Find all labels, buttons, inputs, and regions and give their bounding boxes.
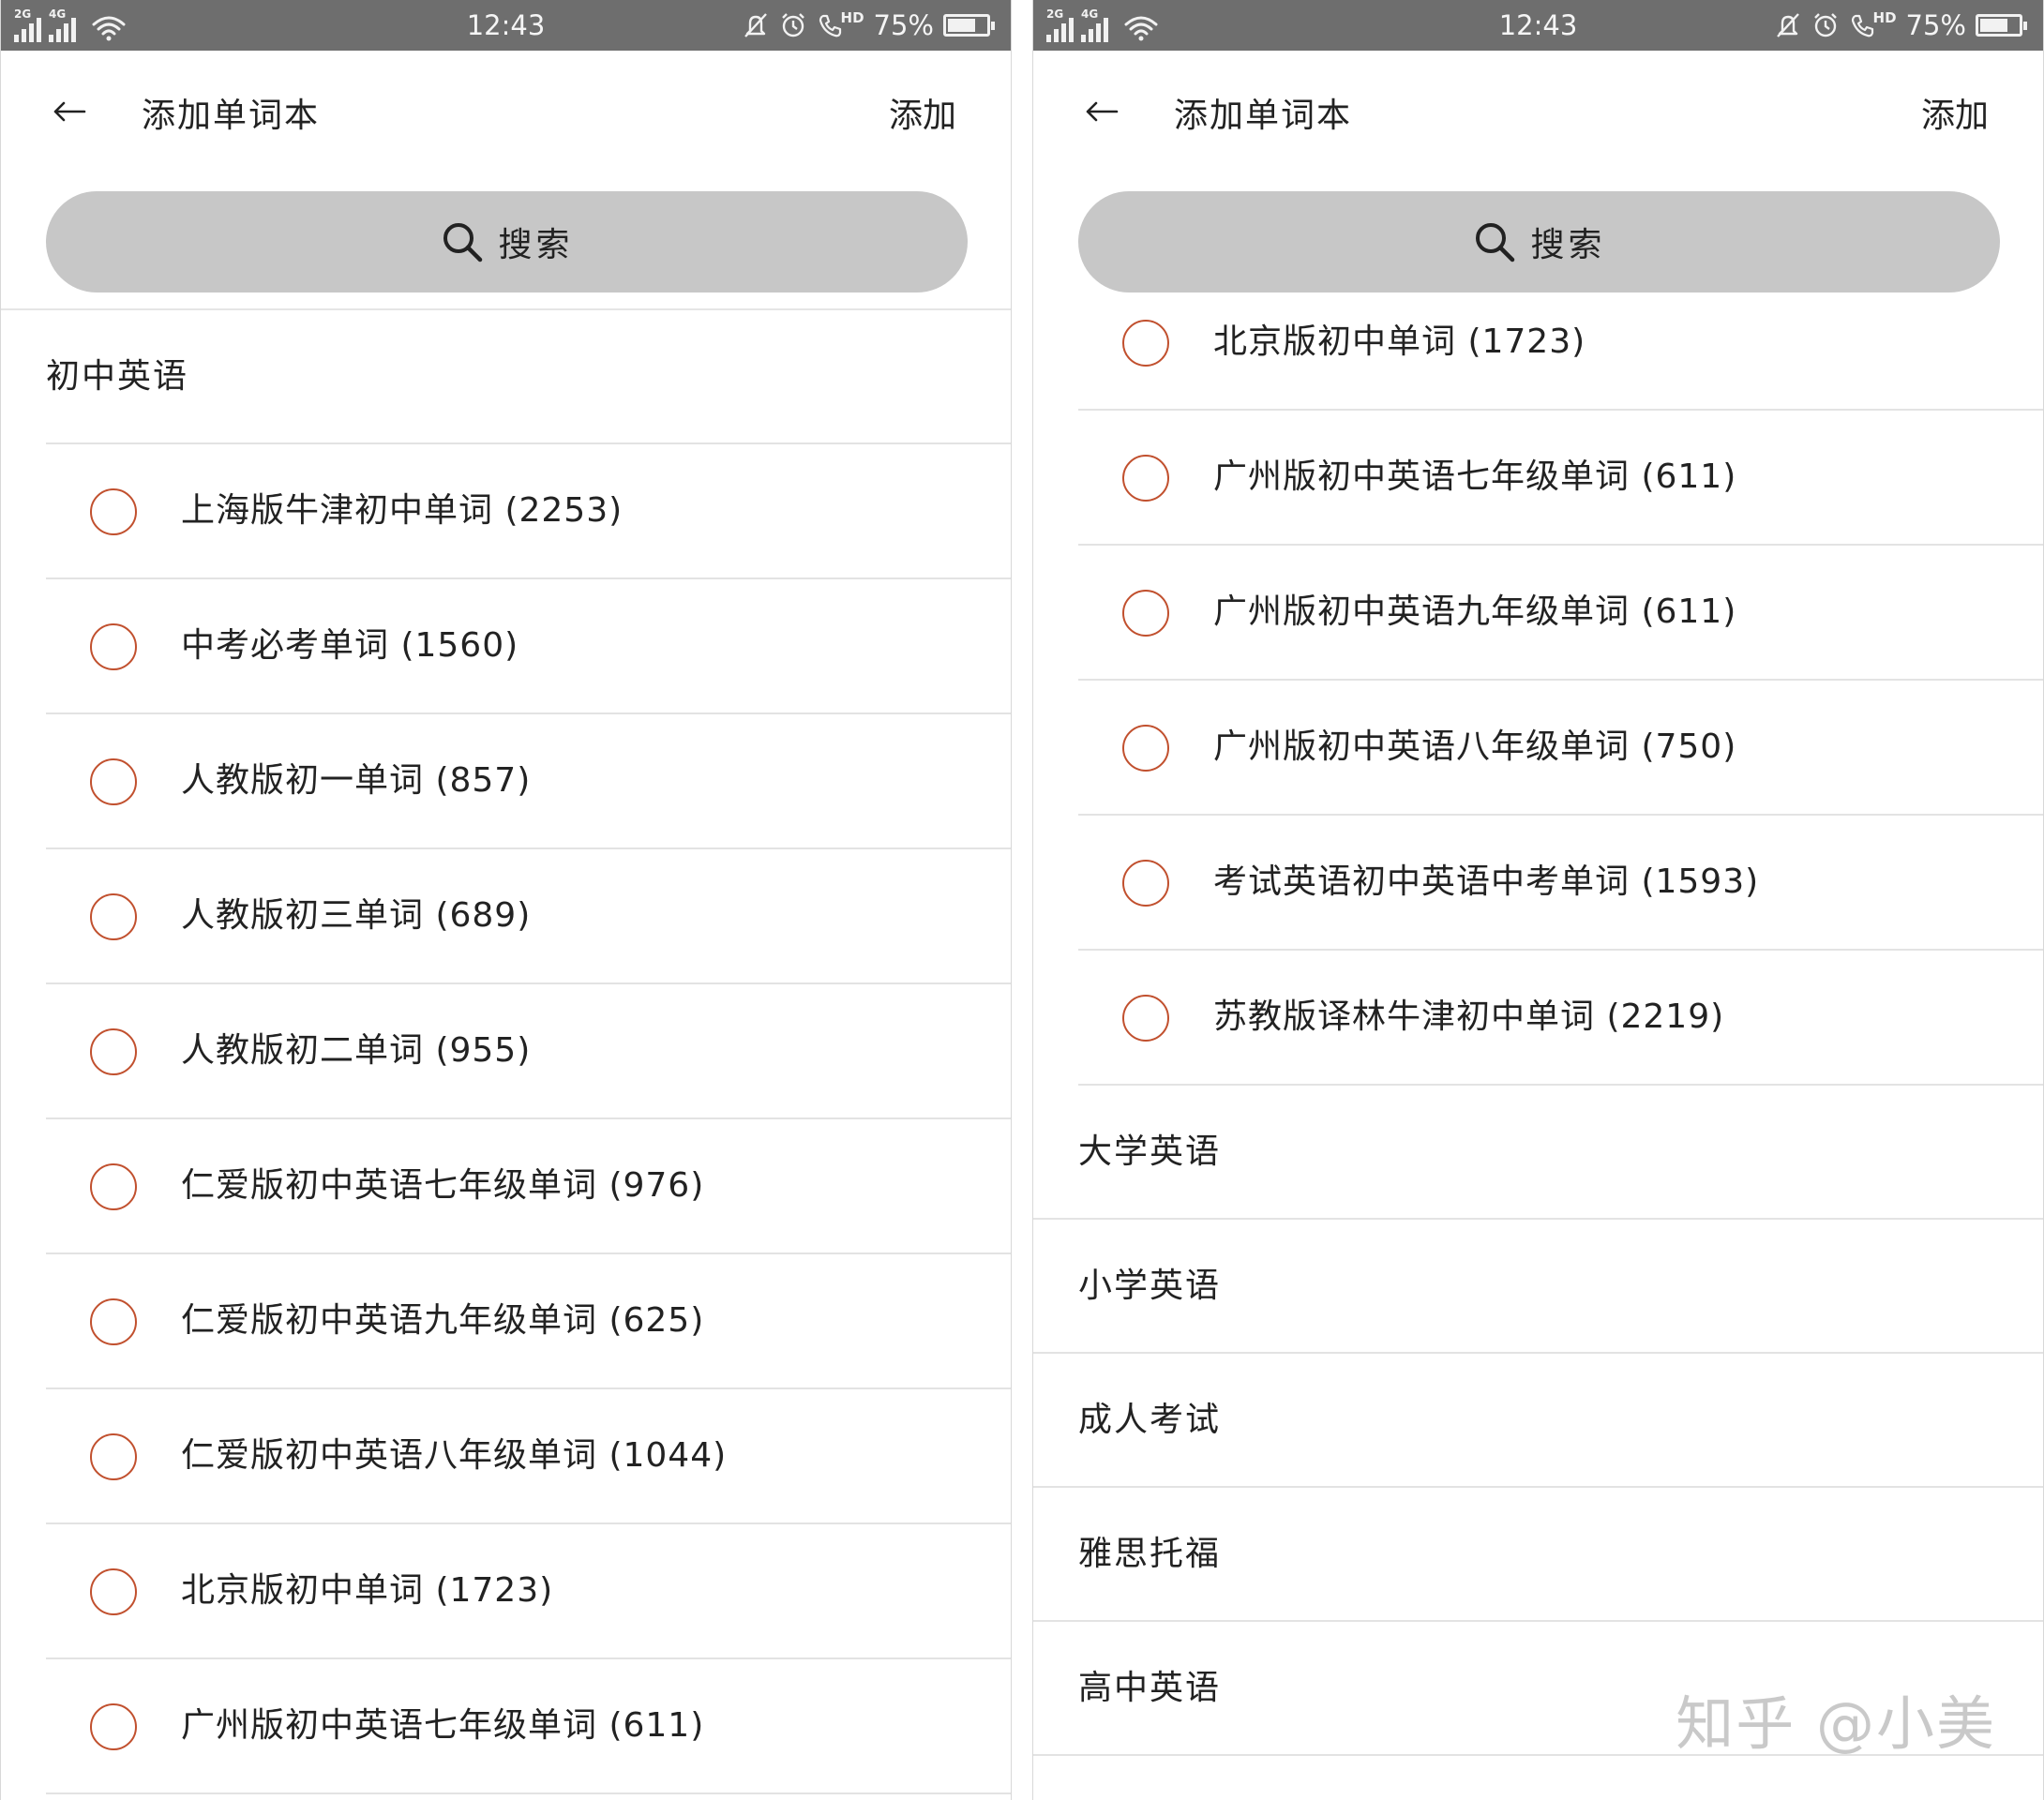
section-label: 初中英语 <box>46 357 189 396</box>
wordbook-label: 人教版初一单词 (857) <box>181 761 532 800</box>
phone-screen-left: 2G 4G 12:43 HD 75% 添加单词本 添加 搜索 初中英语 上海版牛… <box>0 0 1012 1800</box>
back-arrow-icon <box>1086 101 1119 122</box>
radio-button[interactable] <box>1122 995 1169 1042</box>
section-label: 高中英语 <box>1078 1669 1222 1707</box>
wordbook-label: 中考必考单词 (1560) <box>181 626 519 665</box>
wordbook-label: 北京版初中单词 (1723) <box>1213 322 1586 361</box>
radio-button[interactable] <box>90 623 137 670</box>
hd-call-icon: HD <box>817 9 864 39</box>
section-label: 大学英语 <box>1078 1132 1222 1171</box>
section-label: 小学英语 <box>1078 1267 1222 1305</box>
wordbook-list-item[interactable]: 苏教版译林牛津初中单词 (2219) <box>1078 951 2043 1086</box>
muted-bell-icon <box>744 13 767 38</box>
section-header[interactable]: 大学英语 <box>1033 1086 2043 1220</box>
section-label: 雅思托福 <box>1078 1535 1222 1573</box>
wordbook-label: 苏教版译林牛津初中单词 (2219) <box>1213 998 1725 1036</box>
radio-button[interactable] <box>90 758 137 805</box>
search-bar[interactable]: 搜索 <box>46 191 968 292</box>
radio-button[interactable] <box>90 1568 137 1615</box>
back-button[interactable] <box>46 88 93 135</box>
radio-button[interactable] <box>1122 320 1169 367</box>
section-header-junior-high[interactable]: 初中英语 <box>1 310 1011 444</box>
search-icon <box>1476 223 1515 262</box>
radio-button[interactable] <box>1122 725 1169 772</box>
wordbook-list-item[interactable]: 广州版初中英语七年级单词 (611) <box>46 1659 1011 1794</box>
wordbook-label: 考试英语初中英语中考单词 (1593) <box>1213 862 1760 901</box>
radio-button[interactable] <box>90 1298 137 1345</box>
muted-bell-icon <box>1776 13 1799 38</box>
wordbook-list-item[interactable]: 人教版初一单词 (857) <box>46 714 1011 849</box>
search-placeholder: 搜索 <box>1530 226 1606 264</box>
radio-button[interactable] <box>1122 860 1169 907</box>
hd-label: HD <box>1872 9 1897 26</box>
add-button[interactable]: 添加 <box>1921 88 1989 137</box>
wordbook-list-item[interactable]: 中考必考单词 (1560) <box>46 579 1011 714</box>
radio-button[interactable] <box>90 1703 137 1750</box>
wordbook-list-item[interactable]: 仁爱版初中英语九年级单词 (625) <box>46 1254 1011 1389</box>
wordbook-label: 广州版初中英语七年级单词 (611) <box>181 1706 705 1745</box>
wordbook-list[interactable]: 北京版初中单词 (1723) 广州版初中英语七年级单词 (611) 广州版初中英语九… <box>1033 310 2043 1800</box>
watermark: 知乎 @小美 <box>1676 1689 1996 1758</box>
wordbook-list-item[interactable]: 人教版初二单词 (955) <box>46 984 1011 1119</box>
wordbook-list-item[interactable]: 考试英语初中英语中考单词 (1593) <box>1078 816 2043 951</box>
wordbook-list-item[interactable]: 北京版初中单词 (1723) <box>1078 310 2043 411</box>
hd-label: HD <box>840 9 864 26</box>
page-title: 添加单词本 <box>142 97 321 135</box>
back-arrow-icon <box>53 101 86 122</box>
back-button[interactable] <box>1078 88 1125 135</box>
section-header[interactable]: 雅思托福 <box>1033 1488 2043 1622</box>
wordbook-label: 广州版初中英语七年级单词 (611) <box>1213 458 1737 496</box>
wordbook-list-item[interactable]: 仁爱版初中英语八年级单词 (1044) <box>46 1389 1011 1524</box>
add-button[interactable]: 添加 <box>889 88 956 137</box>
battery-percent: 75% <box>873 9 934 41</box>
battery-icon <box>943 14 995 37</box>
page-title: 添加单词本 <box>1174 97 1353 135</box>
section-header[interactable]: 成人考试 <box>1033 1354 2043 1488</box>
wordbook-label: 仁爱版初中英语七年级单词 (976) <box>181 1166 705 1205</box>
wordbook-list-item[interactable]: 广州版初中英语九年级单词 (611) <box>1078 546 2043 681</box>
status-bar: 2G 4G 12:43 HD 75% <box>1 0 1011 51</box>
wordbook-list-item[interactable]: 广州版初中英语七年级单词 (611) <box>1078 411 2043 546</box>
radio-button[interactable] <box>90 893 137 940</box>
wordbook-label: 广州版初中英语九年级单词 (611) <box>1213 592 1737 631</box>
wordbook-list-item[interactable]: 上海版牛津初中单词 (2253) <box>46 444 1011 579</box>
wordbook-label: 人教版初二单词 (955) <box>181 1031 532 1070</box>
wordbook-label: 广州版初中英语八年级单词 (750) <box>1213 728 1737 766</box>
radio-button[interactable] <box>90 488 137 535</box>
hd-call-icon: HD <box>1849 9 1897 39</box>
battery-icon <box>1976 14 2027 37</box>
search-placeholder: 搜索 <box>498 226 574 264</box>
radio-button[interactable] <box>1122 590 1169 637</box>
wordbook-list-item[interactable]: 仁爱版初中英语七年级单词 (976) <box>46 1119 1011 1254</box>
wordbook-list-item[interactable]: 北京版初中单词 (1723) <box>46 1524 1011 1659</box>
status-bar: 2G 4G 12:43 HD 75% <box>1033 0 2043 51</box>
wordbook-label: 上海版牛津初中单词 (2253) <box>181 491 624 530</box>
alarm-clock-icon <box>1813 13 1837 38</box>
radio-button[interactable] <box>1122 455 1169 502</box>
radio-button[interactable] <box>90 1028 137 1075</box>
section-label: 成人考试 <box>1078 1401 1222 1439</box>
wordbook-label: 仁爱版初中英语九年级单词 (625) <box>181 1301 705 1340</box>
wordbook-label: 仁爱版初中英语八年级单词 (1044) <box>181 1436 728 1475</box>
wordbook-label: 北京版初中单词 (1723) <box>181 1571 554 1610</box>
section-header[interactable]: 小学英语 <box>1033 1220 2043 1354</box>
battery-percent: 75% <box>1905 9 1966 41</box>
radio-button[interactable] <box>90 1163 137 1210</box>
wordbook-label: 人教版初三单词 (689) <box>181 896 532 935</box>
phone-screen-right: 2G 4G 12:43 HD 75% 添加单词本 添加 搜索 北京版初中单词 (… <box>1032 0 2044 1800</box>
app-bar: 添加单词本 添加 <box>1033 51 2043 172</box>
search-icon <box>443 223 483 262</box>
radio-button[interactable] <box>90 1433 137 1480</box>
wordbook-list[interactable]: 初中英语 上海版牛津初中单词 (2253) 中考必考单词 (1560) 人教版初一单… <box>1 310 1011 1800</box>
search-bar[interactable]: 搜索 <box>1078 191 2000 292</box>
wordbook-list-item[interactable]: 人教版初三单词 (689) <box>46 849 1011 984</box>
app-bar: 添加单词本 添加 <box>1 51 1011 172</box>
alarm-clock-icon <box>781 13 804 38</box>
wordbook-list-item[interactable]: 广州版初中英语八年级单词 (750) <box>1078 681 2043 816</box>
